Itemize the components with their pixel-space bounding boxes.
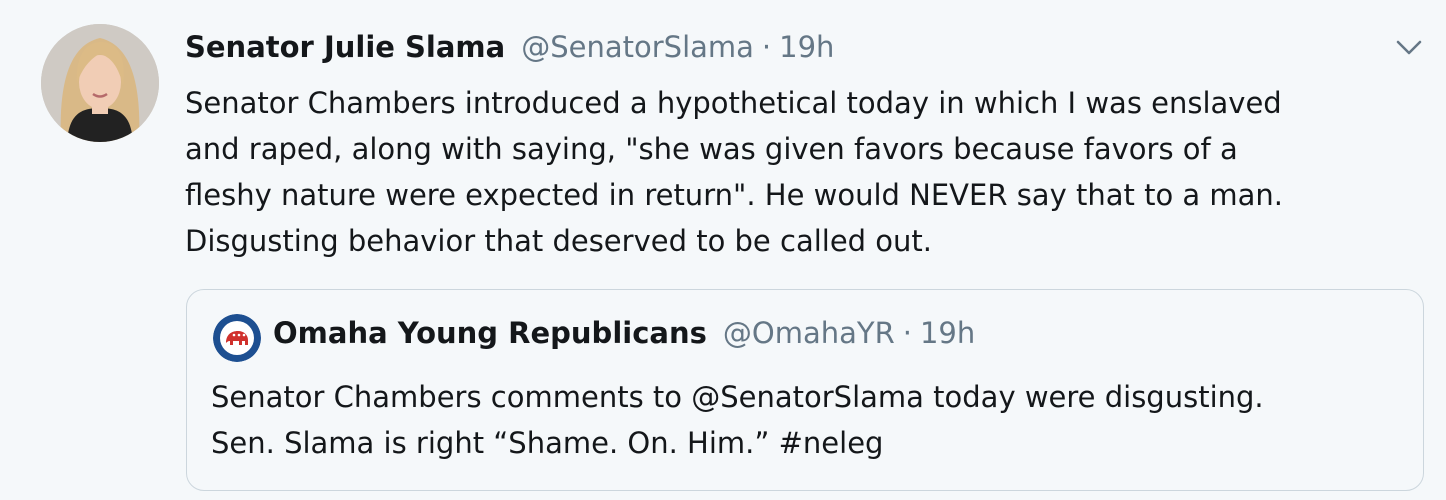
chevron-down-icon[interactable]	[1394, 36, 1424, 60]
quoted-avatar[interactable]	[213, 314, 261, 362]
quoted-tweet-text: Senator Chambers comments to @SenatorSla…	[211, 374, 1401, 466]
avatar-photo	[41, 24, 159, 142]
tweet-text-line: Disgusting behavior that deserved to be …	[185, 224, 933, 258]
tweet-card: Senator Julie Slama @SenatorSlama · 19h …	[0, 0, 1446, 500]
author-name[interactable]: Senator Julie Slama	[185, 30, 505, 64]
tweet-text-line: fleshy nature were expected in return". …	[185, 178, 1284, 212]
avatar[interactable]	[41, 24, 159, 142]
tweet-text-line: Senator Chambers introduced a hypothetic…	[185, 86, 1282, 120]
tweet-header: Senator Julie Slama @SenatorSlama · 19h	[185, 30, 834, 70]
quoted-separator-dot: ·	[902, 316, 912, 350]
quoted-tweet[interactable]: Omaha Young Republicans @OmahaYR · 19h S…	[186, 289, 1424, 491]
republican-logo-icon	[213, 314, 261, 362]
quoted-text-line: Sen. Slama is right “Shame. On. Him.” #n…	[211, 426, 884, 460]
separator-dot: ·	[761, 30, 772, 64]
quoted-text-line: Senator Chambers comments to @SenatorSla…	[211, 380, 1264, 414]
tweet-text-line: and raped, along with saying, "she was g…	[185, 132, 1238, 166]
quoted-author-name[interactable]: Omaha Young Republicans	[273, 316, 707, 350]
tweet-timestamp[interactable]: 19h	[779, 30, 834, 64]
tweet-text: Senator Chambers introduced a hypothetic…	[185, 80, 1415, 264]
quoted-timestamp[interactable]: 19h	[920, 316, 975, 350]
quoted-tweet-header: Omaha Young Republicans @OmahaYR · 19h	[273, 316, 975, 360]
author-handle[interactable]: @SenatorSlama	[521, 30, 754, 64]
quoted-author-handle[interactable]: @OmahaYR	[723, 316, 895, 350]
